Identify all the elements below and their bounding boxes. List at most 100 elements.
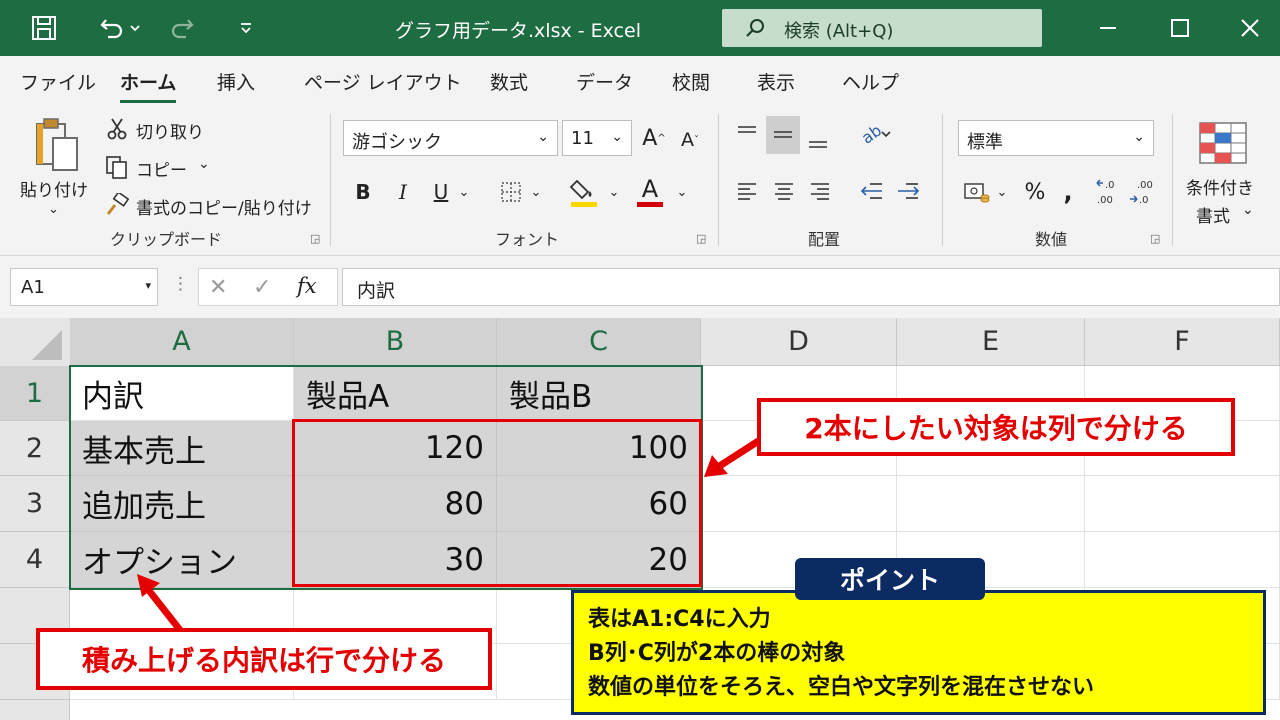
cell-c4[interactable]: 20 <box>497 532 701 588</box>
align-top-icon[interactable] <box>733 120 761 146</box>
column-header-d[interactable]: D <box>701 318 897 366</box>
tab-formulas[interactable]: 数式 <box>490 68 528 95</box>
cell-b4[interactable]: 30 <box>294 532 497 588</box>
undo-dropdown-icon[interactable] <box>126 12 144 44</box>
font-size-select[interactable]: 11 ⌄ <box>562 120 632 156</box>
confirm-entry-icon[interactable]: ✓ <box>253 275 271 300</box>
column-header-a[interactable]: A <box>70 318 294 366</box>
decrease-decimal-icon[interactable]: .00.0 <box>1128 176 1158 208</box>
maximize-icon[interactable] <box>1164 12 1196 44</box>
search-box[interactable]: 検索 (Alt+Q) <box>722 9 1042 47</box>
cell-a4[interactable]: オプション <box>70 532 294 588</box>
undo-icon[interactable] <box>96 12 128 44</box>
tab-help[interactable]: ヘルプ <box>842 68 899 95</box>
row-header-4[interactable]: 4 <box>0 532 70 588</box>
tab-file[interactable]: ファイル <box>20 68 96 95</box>
tab-review[interactable]: 校閲 <box>672 68 710 95</box>
more-options-icon[interactable]: ⋮ <box>172 274 189 294</box>
underline-icon[interactable]: U <box>428 178 454 206</box>
close-icon[interactable] <box>1234 12 1266 44</box>
cell-f3[interactable] <box>1085 476 1280 532</box>
cell-a1[interactable]: 内訳 <box>70 366 294 421</box>
increase-indent-icon[interactable] <box>894 178 922 204</box>
tab-home[interactable]: ホーム <box>120 68 177 103</box>
accounting-dropdown-icon[interactable]: ⌄ <box>994 180 1010 204</box>
cell-a3[interactable]: 追加売上 <box>70 476 294 532</box>
cut-icon[interactable] <box>104 116 130 142</box>
format-painter-button[interactable]: 書式のコピー/貼り付け <box>136 194 312 219</box>
align-center-icon[interactable] <box>770 178 798 204</box>
font-color-icon[interactable]: A <box>632 172 668 210</box>
cell-c2[interactable]: 100 <box>497 421 701 476</box>
fill-color-dropdown-icon[interactable]: ⌄ <box>606 180 622 204</box>
comma-style-icon[interactable]: , <box>1056 178 1080 206</box>
percent-style-icon[interactable]: % <box>1020 178 1050 206</box>
paste-icon[interactable] <box>30 116 82 174</box>
row-header-7[interactable] <box>0 700 70 720</box>
row-header-1[interactable]: 1 <box>0 366 70 421</box>
cancel-entry-icon[interactable]: ✕ <box>209 275 227 300</box>
redo-icon[interactable] <box>166 12 198 44</box>
tab-view[interactable]: 表示 <box>757 68 795 95</box>
svg-text:.00: .00 <box>1137 180 1153 191</box>
cell-c1[interactable]: 製品B <box>497 366 701 421</box>
fill-color-icon[interactable] <box>566 174 602 210</box>
orientation-icon[interactable]: ab <box>856 120 896 150</box>
tab-page-layout[interactable]: ページ レイアウト <box>304 68 462 95</box>
copy-button[interactable]: コピー <box>136 156 187 181</box>
font-name-select[interactable]: 游ゴシック ⌄ <box>343 120 558 156</box>
conditional-formatting-dropdown-icon[interactable]: ⌄ <box>1242 202 1254 218</box>
cell-b3[interactable]: 80 <box>294 476 497 532</box>
bold-icon[interactable]: B <box>350 178 376 206</box>
copy-dropdown-icon[interactable]: ⌄ <box>198 156 210 172</box>
shrink-font-icon[interactable]: Aˇ <box>676 126 704 154</box>
customize-toolbar-icon[interactable] <box>230 12 262 44</box>
clipboard-launcher-icon[interactable]: ◲ <box>310 232 320 245</box>
cell-e3[interactable] <box>897 476 1085 532</box>
paste-button[interactable]: 貼り付け <box>20 176 88 201</box>
align-middle-icon[interactable] <box>766 116 800 154</box>
borders-icon[interactable] <box>496 178 526 206</box>
align-right-icon[interactable] <box>806 178 834 204</box>
cut-button[interactable]: 切り取り <box>136 118 204 143</box>
copy-icon[interactable] <box>104 154 130 180</box>
conditional-formatting-icon[interactable] <box>1196 120 1250 166</box>
cell-f4[interactable] <box>1085 532 1280 588</box>
tab-insert[interactable]: 挿入 <box>217 68 255 95</box>
cell-c3[interactable]: 60 <box>497 476 701 532</box>
name-box[interactable]: A1 ▾ <box>10 268 158 306</box>
row-header-2[interactable]: 2 <box>0 421 70 476</box>
accounting-format-icon[interactable] <box>962 178 992 206</box>
formula-input[interactable]: 内訳 <box>342 268 1280 306</box>
conditional-formatting-button[interactable]: 条件付き <box>1186 174 1254 199</box>
cell-d3[interactable] <box>701 476 897 532</box>
save-icon[interactable] <box>28 12 60 44</box>
underline-dropdown-icon[interactable]: ⌄ <box>456 180 472 204</box>
font-color-dropdown-icon[interactable]: ⌄ <box>674 180 690 204</box>
align-bottom-icon[interactable] <box>804 128 832 154</box>
cell-a2[interactable]: 基本売上 <box>70 421 294 476</box>
borders-dropdown-icon[interactable]: ⌄ <box>528 180 544 204</box>
cell-b1[interactable]: 製品A <box>294 366 497 421</box>
column-header-f[interactable]: F <box>1085 318 1280 366</box>
row-header-3[interactable]: 3 <box>0 476 70 532</box>
cell-b2[interactable]: 120 <box>294 421 497 476</box>
number-format-select[interactable]: 標準 ⌄ <box>958 120 1154 156</box>
column-header-e[interactable]: E <box>897 318 1085 366</box>
decrease-indent-icon[interactable] <box>858 178 886 204</box>
select-all-corner[interactable] <box>0 318 70 366</box>
align-left-icon[interactable] <box>733 178 761 204</box>
italic-icon[interactable]: I <box>390 178 416 206</box>
column-header-c[interactable]: C <box>497 318 701 366</box>
minimize-icon[interactable] <box>1092 12 1124 44</box>
format-painter-icon[interactable] <box>104 192 130 218</box>
conditional-formatting-label-2[interactable]: 書式 <box>1196 202 1230 227</box>
insert-function-icon[interactable]: fx <box>297 274 317 298</box>
increase-decimal-icon[interactable]: .0.00 <box>1094 176 1124 208</box>
number-launcher-icon[interactable]: ◲ <box>1150 232 1160 245</box>
tab-data[interactable]: データ <box>576 68 633 95</box>
column-header-b[interactable]: B <box>294 318 497 366</box>
font-launcher-icon[interactable]: ◲ <box>696 232 706 245</box>
paste-dropdown-icon[interactable]: ⌄ <box>48 202 59 217</box>
grow-font-icon[interactable]: A ^ <box>640 124 668 152</box>
